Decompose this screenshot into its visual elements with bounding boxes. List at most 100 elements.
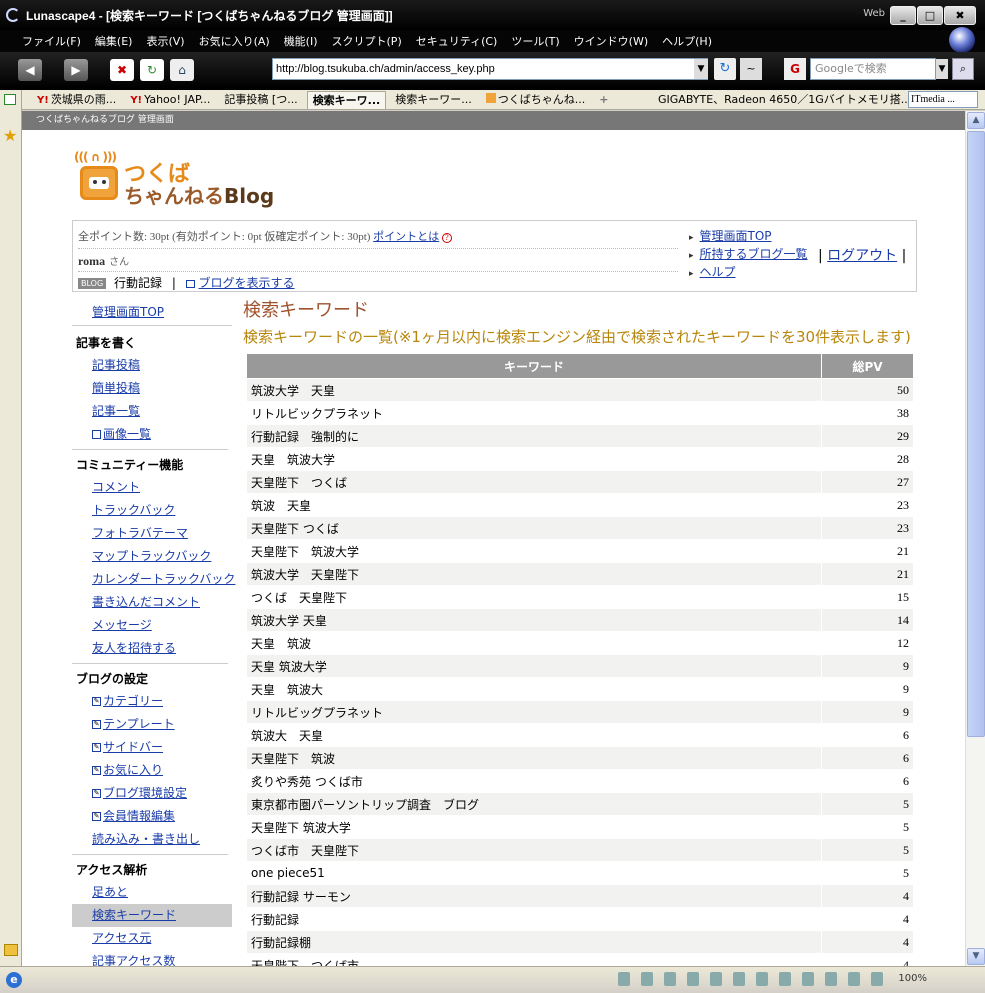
nav-photo-theme[interactable]: フォトラバテーマ xyxy=(92,526,188,540)
forward-icon[interactable]: ▶ xyxy=(64,59,88,81)
nav-sidebar[interactable]: サイドバー xyxy=(103,740,163,754)
nav-comment[interactable]: コメント xyxy=(92,480,140,494)
ie-engine-icon[interactable]: e xyxy=(6,972,22,988)
user-name: roma さん xyxy=(78,253,129,269)
speaker-icon[interactable] xyxy=(710,972,722,986)
address-dropdown-icon[interactable]: ▼ xyxy=(694,59,708,79)
menu-edit[interactable]: 編集(E) xyxy=(95,33,133,49)
pv-cell: 38 xyxy=(821,401,914,425)
menu-script[interactable]: スクリプト(P) xyxy=(332,33,402,49)
owned-blogs-link[interactable]: 所持するブログ一覧 xyxy=(700,247,808,261)
document-icon[interactable] xyxy=(687,972,699,986)
keyword-cell: 天皇 筑波大 xyxy=(246,677,822,701)
scroll-up-icon[interactable]: ▲ xyxy=(967,112,985,129)
nav-favorites[interactable]: お気に入り xyxy=(103,763,163,777)
itmedia-select[interactable]: ITmedia ... xyxy=(908,91,978,108)
tsukuba-blog-logo[interactable]: ((( ∩ ))) つくば ちゃんねるBlog xyxy=(74,150,294,212)
search-dropdown-icon[interactable]: ▼ xyxy=(936,59,948,79)
nav-message[interactable]: メッセージ xyxy=(92,618,152,632)
pv-cell: 21 xyxy=(821,562,914,586)
add-bookmark-icon[interactable] xyxy=(4,944,18,956)
help-icon[interactable]: ? xyxy=(441,233,452,243)
nav-footprints[interactable]: 足あと xyxy=(92,885,128,899)
star-icon[interactable]: ★ xyxy=(3,126,17,145)
close-button[interactable]: ✖ xyxy=(944,6,976,25)
menu-help[interactable]: ヘルプ(H) xyxy=(662,33,712,49)
check-icon[interactable] xyxy=(4,94,16,105)
logout-link[interactable]: ログアウト xyxy=(827,248,897,264)
nav-article-list[interactable]: 記事一覧 xyxy=(92,404,140,418)
nav-calendar-trackback[interactable]: カレンダートラックバック xyxy=(92,572,235,586)
admin-top-link[interactable]: 管理画面TOP xyxy=(700,229,772,243)
nav-trackback[interactable]: トラックバック xyxy=(92,503,175,517)
plugin-icon[interactable] xyxy=(779,972,791,986)
reload-icon[interactable]: ↻ xyxy=(714,58,736,80)
nav-written-comments[interactable]: 書き込んだコメント xyxy=(92,595,200,609)
menu-tools[interactable]: ツール(T) xyxy=(511,33,559,49)
nav-map-trackback[interactable]: マップトラックバック xyxy=(92,549,211,563)
search-input[interactable]: Googleで検索 xyxy=(810,58,936,80)
nav-simple-post[interactable]: 簡単投稿 xyxy=(92,381,140,395)
scroll-thumb[interactable] xyxy=(967,131,985,737)
nav-category[interactable]: カテゴリー xyxy=(103,694,163,708)
java-icon[interactable] xyxy=(756,972,768,986)
tab-article-post[interactable]: 記事投稿 [つ... xyxy=(219,91,302,109)
help-link[interactable]: ヘルプ xyxy=(700,265,736,279)
pv-cell: 4 xyxy=(821,884,914,908)
edit-icon: ✎ xyxy=(92,789,101,798)
menu-file[interactable]: ファイル(F) xyxy=(22,33,81,49)
table-row: 筑波大学 天皇 14 xyxy=(246,608,914,632)
tab-tsukuba-channel[interactable]: つくばちゃんね... xyxy=(481,91,591,109)
zoom-icon[interactable] xyxy=(871,972,883,986)
menu-security[interactable]: セキュリティ(C) xyxy=(416,33,498,49)
back-icon[interactable]: ◀ xyxy=(18,59,42,81)
search-go-icon[interactable]: ⌕ xyxy=(952,58,974,80)
proxy-icon[interactable] xyxy=(802,972,814,986)
nav-invite-friend[interactable]: 友人を招待する xyxy=(92,641,176,655)
network-icon[interactable] xyxy=(618,972,630,986)
new-tab-button[interactable]: + xyxy=(594,91,613,109)
nav-import-export[interactable]: 読み込み・書き出し xyxy=(92,832,200,846)
stop-icon[interactable]: ✖ xyxy=(110,59,134,81)
minimize-button[interactable]: _ xyxy=(890,6,916,25)
address-bar[interactable]: http://blog.tsukuba.ch/admin/access_key.… xyxy=(272,58,708,80)
lock-icon[interactable] xyxy=(825,972,837,986)
menu-favorites[interactable]: お気に入り(A) xyxy=(199,33,270,49)
nav-image-list[interactable]: 画像一覧 xyxy=(103,427,151,441)
tab-search-keywords-active[interactable]: 検索キーワ... xyxy=(306,90,387,109)
points-help-link[interactable]: ポイントとは xyxy=(373,230,439,243)
nav-member-info[interactable]: 会員情報編集 xyxy=(103,809,175,823)
refresh-icon[interactable]: ↻ xyxy=(140,59,164,81)
nav-access-source[interactable]: アクセス元 xyxy=(92,931,151,945)
menu-function[interactable]: 機能(I) xyxy=(284,33,318,49)
tab-search-keywords[interactable]: 検索キーワー... xyxy=(390,91,477,109)
tab-yahoo-japan[interactable]: Y! Yahoo! JAP... xyxy=(125,91,215,109)
tab-headline[interactable]: GIGABYTE、Radeon 4650／1Gバイトメモリ搭... xyxy=(658,90,911,110)
nav-item: ✎ サイドバー xyxy=(72,736,232,759)
table-row: 東京都市圏パーソントリップ調査 ブログ 5 xyxy=(246,792,914,816)
google-logo-icon[interactable]: G xyxy=(784,58,806,80)
tab-ibaraki-rain[interactable]: Y! 茨城県の雨... xyxy=(32,91,121,109)
nav-article-post[interactable]: 記事投稿 xyxy=(92,358,140,372)
home-icon[interactable]: ⌂ xyxy=(170,59,194,81)
nav-template[interactable]: テンプレート xyxy=(103,717,175,731)
menu-window[interactable]: ウインドウ(W) xyxy=(574,33,648,49)
nav-article-access[interactable]: 記事アクセス数 xyxy=(92,954,175,966)
view-blog-link[interactable]: ブログを表示する xyxy=(199,276,295,290)
script-icon[interactable] xyxy=(733,972,745,986)
notepad-icon[interactable] xyxy=(664,972,676,986)
nav-admin-top-link[interactable]: 管理画面TOP xyxy=(92,305,164,319)
keyword-cell: 行動記録 xyxy=(246,907,822,931)
cookie-icon[interactable] xyxy=(848,972,860,986)
pv-cell: 5 xyxy=(821,861,914,885)
menu-view[interactable]: 表示(V) xyxy=(146,33,184,49)
printer-icon[interactable] xyxy=(641,972,653,986)
table-row: 天皇 筑波大学 9 xyxy=(246,654,914,678)
nav-search-keywords[interactable]: 検索キーワード xyxy=(92,908,176,922)
zoom-level[interactable]: 100% xyxy=(898,973,927,984)
scroll-down-icon[interactable]: ▼ xyxy=(967,948,985,965)
feed-icon[interactable]: ~ xyxy=(740,58,762,80)
nav-blog-settings[interactable]: ブログ環境設定 xyxy=(103,786,187,800)
vertical-scrollbar[interactable]: ▲ ▼ xyxy=(965,111,985,966)
maximize-button[interactable]: □ xyxy=(917,6,943,25)
